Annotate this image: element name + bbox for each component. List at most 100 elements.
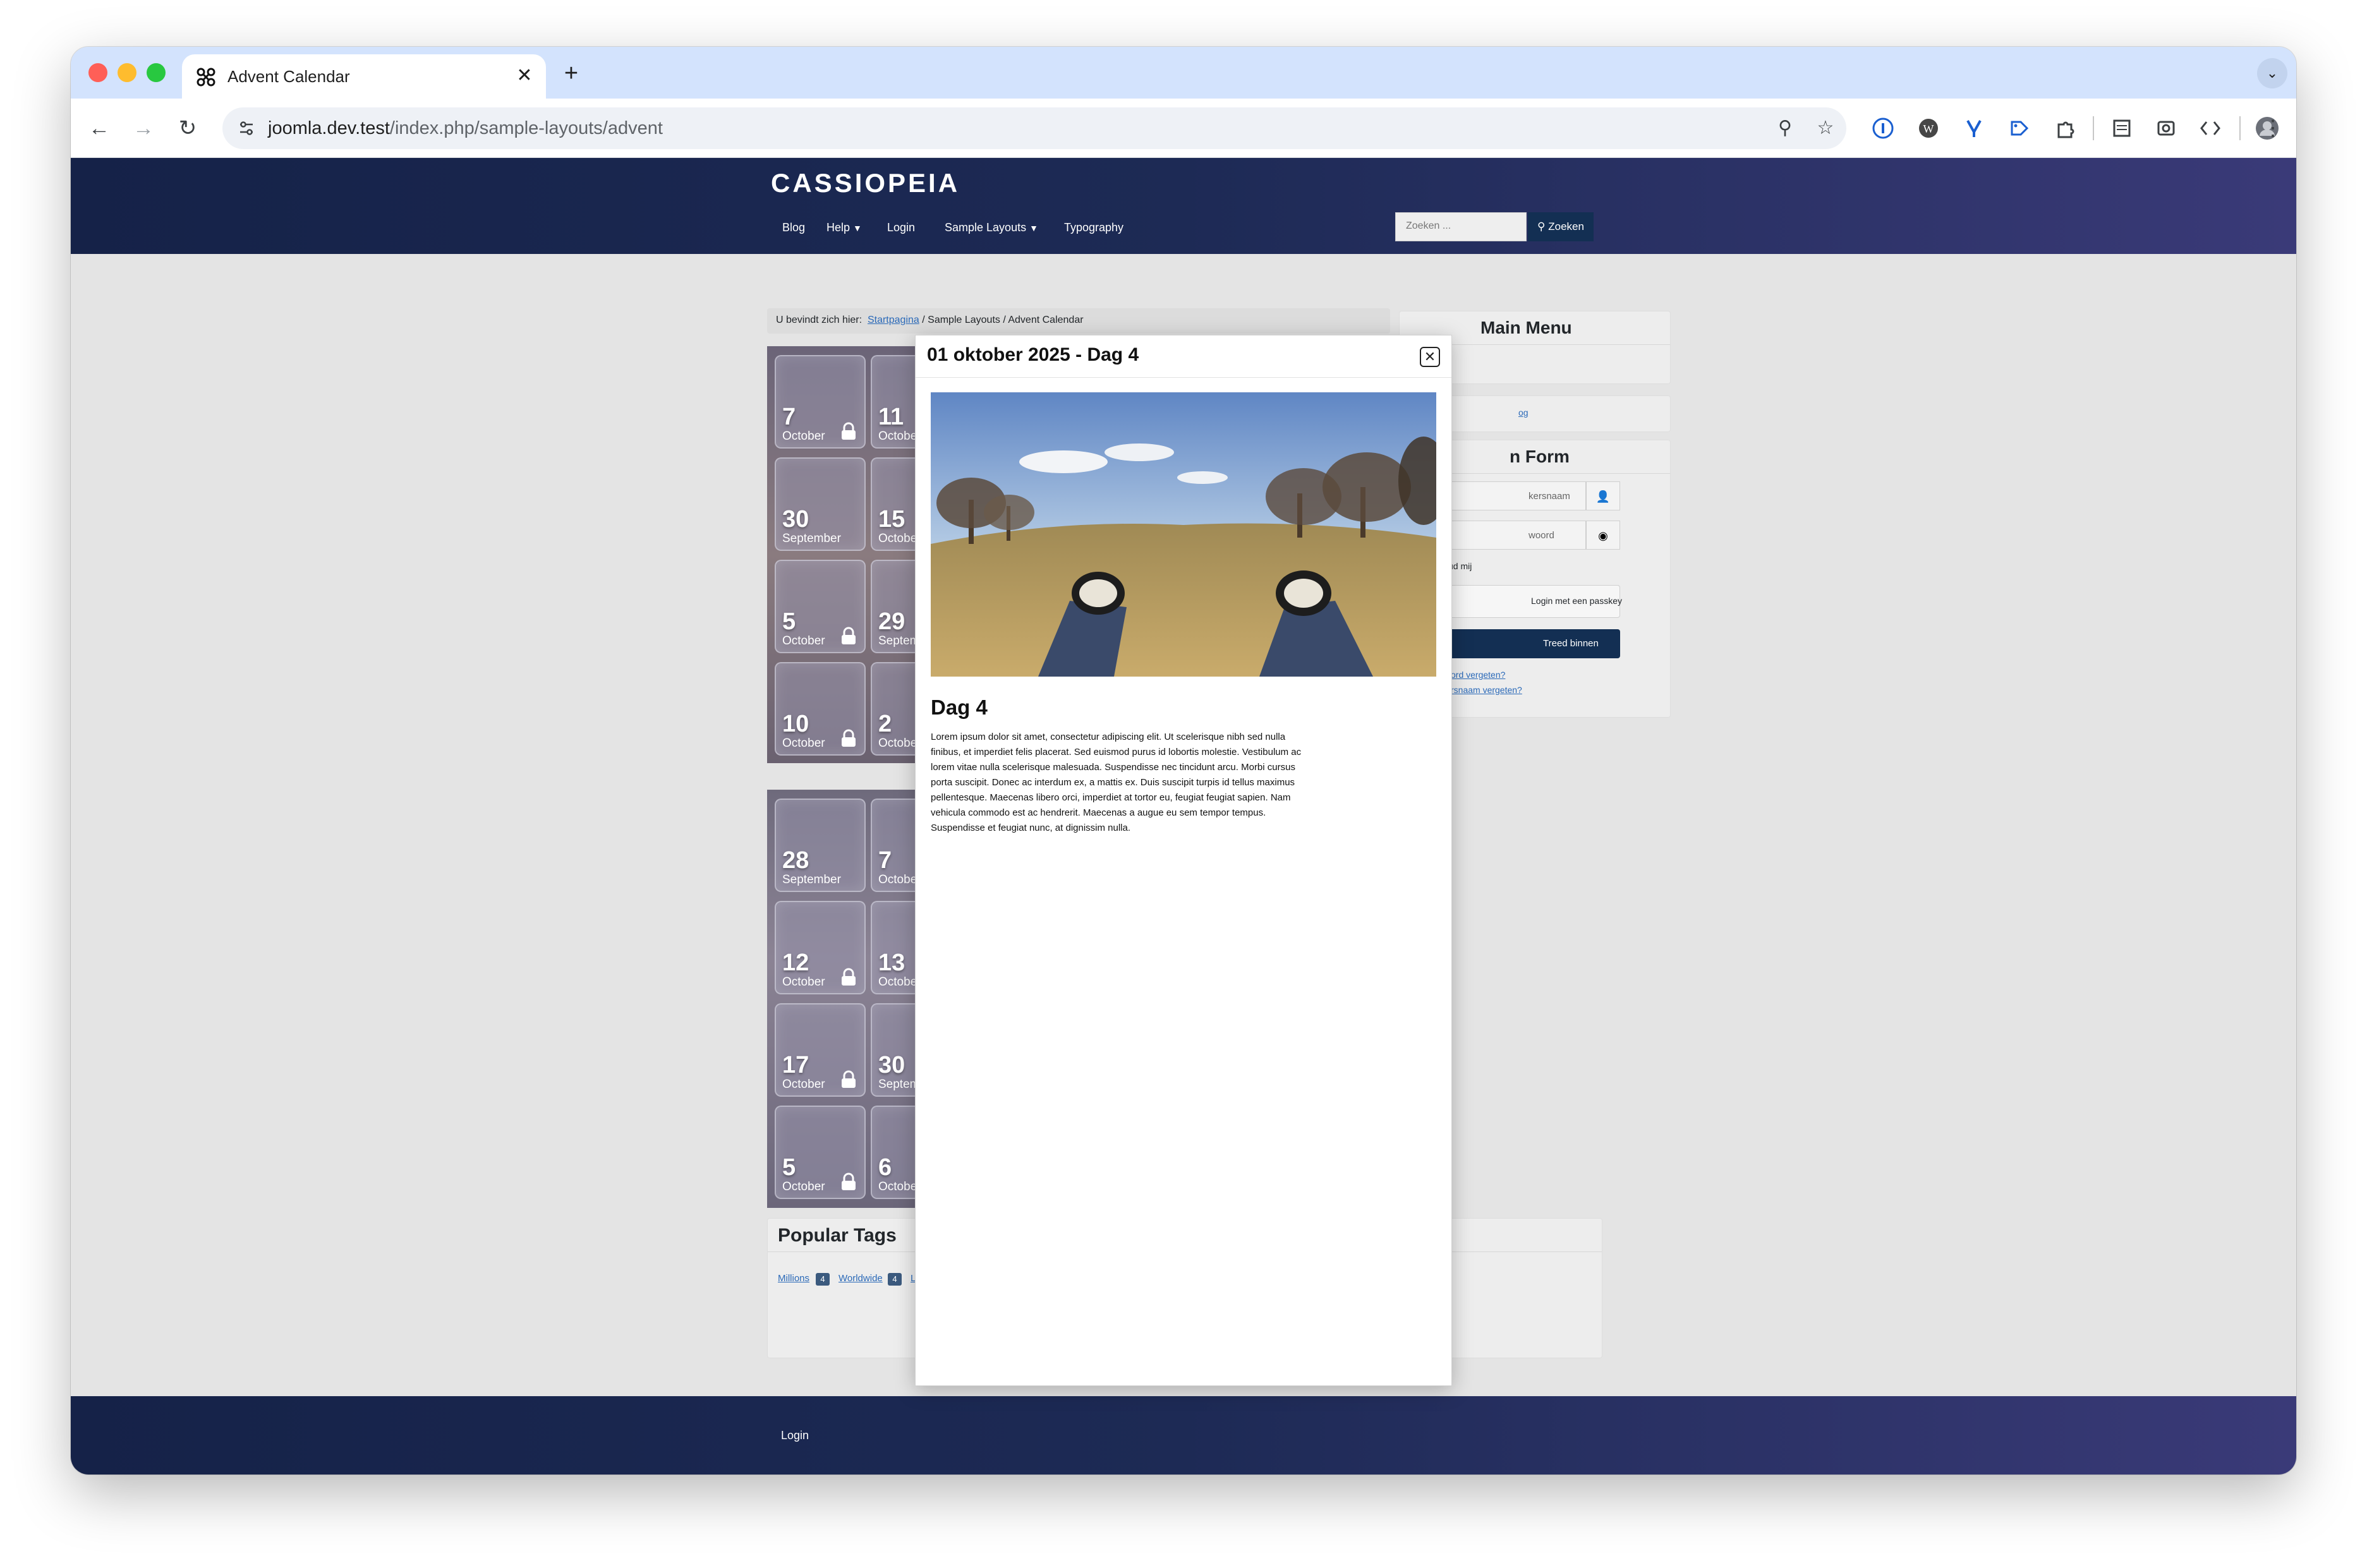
door-day: 15 <box>878 506 905 533</box>
breadcrumb: U bevindt zich hier: Startpagina / Sampl… <box>767 308 1390 334</box>
door-month: September <box>782 873 841 886</box>
wordpress-icon[interactable]: W <box>1913 113 1944 143</box>
caret-down-icon: ▼ <box>853 223 862 233</box>
extensions-puzzle-icon[interactable] <box>2050 113 2080 143</box>
eye-icon[interactable]: ◉ <box>1586 521 1620 550</box>
door-day: 30 <box>782 506 809 533</box>
bookmark-star-icon[interactable]: ☆ <box>1812 115 1839 142</box>
advent-door[interactable]: 28 September <box>775 799 866 892</box>
web-page: CASSIOPEIA Blog Help ▼ Login Sample Layo… <box>71 158 2296 1475</box>
door-month: October <box>782 975 825 989</box>
site-search-input[interactable]: Zoeken ... <box>1395 212 1527 241</box>
divider <box>916 377 1451 378</box>
address-bar[interactable]: joomla.dev.test/index.php/sample-layouts… <box>222 107 1846 149</box>
site-search-button[interactable]: ⚲ Zoeken <box>1528 212 1594 241</box>
breadcrumb-separator: / <box>1003 315 1006 325</box>
door-day: 10 <box>782 711 809 737</box>
screenshot-icon[interactable] <box>2151 113 2181 143</box>
menu-kebab-icon[interactable]: ⋮ <box>2257 112 2289 144</box>
nav-blog[interactable]: Blog <box>782 221 805 234</box>
advent-door[interactable]: 6 October <box>871 1106 920 1199</box>
door-month: October <box>878 1180 920 1193</box>
advent-door[interactable]: 29 September <box>871 560 920 653</box>
maximize-window-button[interactable] <box>147 63 166 82</box>
breadcrumb-home-link[interactable]: Startpagina <box>868 315 919 325</box>
tag-count-badge: 4 <box>816 1273 830 1286</box>
modal-body-text: Lorem ipsum dolor sit amet, consectetur … <box>931 732 1302 833</box>
door-month: October <box>782 634 825 648</box>
advent-door[interactable]: 7 October <box>871 799 920 892</box>
advent-calendar-block: 28 September 7 October 12 October 13 Oct… <box>767 790 920 1208</box>
door-day: 12 <box>782 950 809 976</box>
joomla-icon <box>197 68 215 87</box>
door-day: 28 <box>782 847 809 874</box>
advent-door[interactable]: 12 October <box>775 901 866 994</box>
tab-title: Advent Calendar <box>227 67 350 86</box>
tag-link[interactable]: Worldwide <box>838 1273 883 1284</box>
nav-login[interactable]: Login <box>887 221 915 234</box>
user-icon: 👤 <box>1586 481 1620 510</box>
zoom-icon[interactable]: ⚲ <box>1772 115 1798 142</box>
forgot-password-link[interactable]: ord vergeten? <box>1451 670 1505 680</box>
reload-icon[interactable]: ↻ <box>172 112 203 144</box>
door-month: October <box>878 430 920 443</box>
breadcrumb-section: Sample Layouts <box>928 315 1000 325</box>
field-with-sneakers-photo <box>931 392 1436 677</box>
nav-help[interactable]: Help ▼ <box>826 221 862 234</box>
door-month: October <box>878 737 920 750</box>
advent-door[interactable]: 7 October <box>775 355 866 449</box>
door-month: October <box>782 737 825 750</box>
breadcrumb-current: Advent Calendar <box>1008 315 1084 325</box>
advent-door[interactable]: 15 October <box>871 457 920 551</box>
browser-window: Advent Calendar ✕ + ⌄ ← → ↻ joomla.dev.t… <box>71 47 2296 1475</box>
toolbar-divider <box>2239 116 2241 140</box>
browser-tab[interactable]: Advent Calendar ✕ <box>182 54 546 99</box>
advent-door[interactable]: 13 October <box>871 901 920 994</box>
site-brand[interactable]: CASSIOPEIA <box>771 168 960 198</box>
modal-close-icon[interactable]: ✕ <box>1420 347 1440 367</box>
minimize-window-button[interactable] <box>118 63 136 82</box>
forward-icon[interactable]: → <box>128 112 159 144</box>
tab-search-icon[interactable]: ⌄ <box>2257 58 2287 88</box>
search-icon: ⚲ <box>1537 220 1546 232</box>
tab-close-icon[interactable]: ✕ <box>512 63 537 88</box>
advent-door[interactable]: 30 September <box>775 457 866 551</box>
door-day: 7 <box>878 847 892 874</box>
lock-icon <box>842 1070 856 1088</box>
yoast-icon[interactable] <box>1959 113 1989 143</box>
footer-login-link[interactable]: Login <box>781 1429 809 1442</box>
close-window-button[interactable] <box>88 63 107 82</box>
door-month: September <box>878 1078 920 1091</box>
door-day: 11 <box>878 404 904 430</box>
breadcrumb-prefix: U bevindt zich hier: <box>776 315 863 325</box>
password-manager-icon[interactable] <box>1868 113 1898 143</box>
advent-door[interactable]: 5 October <box>775 1106 866 1199</box>
advent-door[interactable]: 5 October <box>775 560 866 653</box>
advent-door[interactable]: 11 October <box>871 355 920 449</box>
devtools-code-icon[interactable] <box>2195 113 2225 143</box>
tag-link[interactable]: Millions <box>778 1273 809 1284</box>
modal-heading: Dag 4 <box>931 696 988 719</box>
advent-door[interactable]: 30 September <box>871 1003 920 1097</box>
nav-help-label: Help <box>826 221 851 234</box>
door-day: 29 <box>878 608 905 635</box>
nav-typography[interactable]: Typography <box>1064 221 1123 234</box>
nav-sample-layouts[interactable]: Sample Layouts ▼ <box>945 221 1038 234</box>
advent-door[interactable]: 17 October <box>775 1003 866 1097</box>
door-month: September <box>782 532 841 545</box>
main-menu-item[interactable]: og <box>1518 407 1529 418</box>
back-icon[interactable]: ← <box>83 112 115 144</box>
site-info-icon[interactable] <box>233 114 260 142</box>
door-day: 2 <box>878 711 892 737</box>
password-placeholder: woord <box>1529 530 1554 541</box>
advent-door[interactable]: 2 October <box>871 662 920 756</box>
reading-list-icon[interactable] <box>2107 113 2137 143</box>
advent-door[interactable]: 10 October <box>775 662 866 756</box>
new-tab-button[interactable]: + <box>557 59 585 87</box>
door-day: 6 <box>878 1154 892 1181</box>
door-day: 5 <box>782 608 796 635</box>
breadcrumb-separator: / <box>922 315 925 325</box>
forgot-username-link[interactable]: rsnaam vergeten? <box>1451 685 1522 695</box>
tag-extension-icon[interactable] <box>2004 113 2035 143</box>
svg-text:W: W <box>1923 123 1934 135</box>
